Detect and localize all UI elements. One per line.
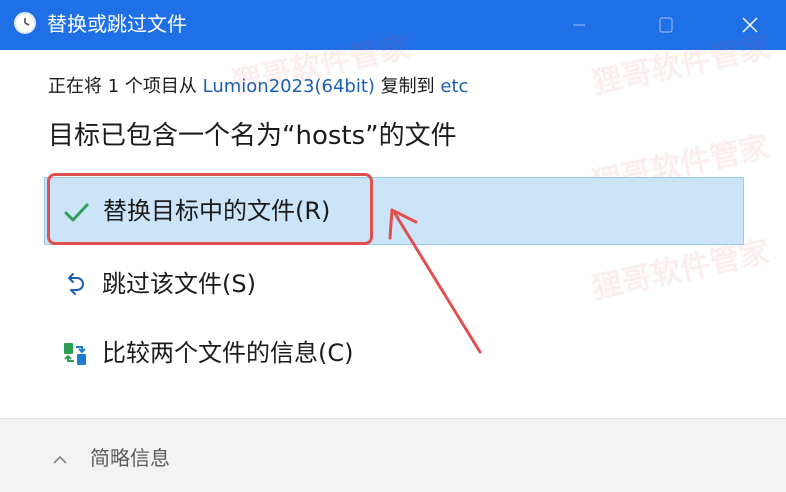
clock-icon — [14, 12, 36, 34]
destination-folder-link[interactable]: etc — [440, 76, 468, 97]
window-title: 替换或跳过文件 — [47, 12, 187, 36]
skip-file-option[interactable]: 跳过该文件(S) — [44, 251, 744, 319]
close-button[interactable] — [727, 0, 773, 50]
dialog-footer: 简略信息 — [0, 418, 786, 492]
compare-icon — [62, 341, 88, 367]
replace-file-label: 替换目标中的文件(R) — [103, 197, 331, 225]
copy-status-line: 正在将 1 个项目从 Lumion2023(64bit) 复制到 etc — [48, 75, 468, 99]
chevron-up-icon — [52, 451, 68, 470]
compare-files-label: 比较两个文件的信息(C) — [102, 339, 354, 367]
minimize-button[interactable] — [556, 0, 602, 50]
conflict-heading: 目标已包含一个名为“hosts”的文件 — [48, 121, 457, 151]
title-bar: 替换或跳过文件 — [0, 0, 786, 50]
checkmark-icon — [63, 199, 89, 225]
compare-files-option[interactable]: 比较两个文件的信息(C) — [44, 320, 744, 388]
copy-prefix: 正在将 1 个项目从 — [48, 76, 203, 97]
copy-middle: 复制到 — [374, 76, 441, 97]
replace-file-option[interactable]: 替换目标中的文件(R) — [44, 177, 744, 245]
fewer-details-label: 简略信息 — [90, 446, 170, 470]
skip-arrow-icon — [62, 272, 88, 298]
maximize-button[interactable] — [643, 0, 689, 50]
skip-file-label: 跳过该文件(S) — [102, 270, 256, 298]
source-folder-link[interactable]: Lumion2023(64bit) — [203, 76, 375, 97]
